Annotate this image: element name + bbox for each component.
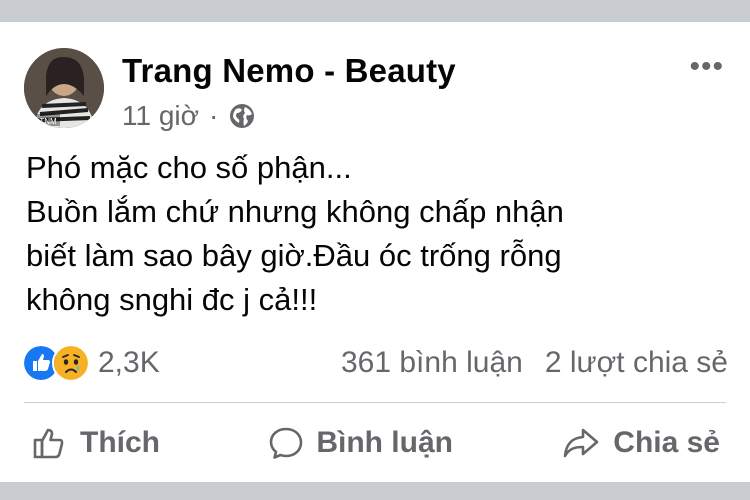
post-text: Phó mặc cho số phận... Buồn lắm chứ nhưn…: [26, 146, 726, 322]
stats-right: 361 bình luận 2 lượt chia sẻ: [341, 346, 728, 380]
post-text-line: Phó mặc cho số phận...: [26, 150, 352, 185]
meta-separator: ·: [209, 100, 219, 131]
reactions-summary[interactable]: 2,3K: [22, 344, 160, 382]
like-label: Thích: [80, 426, 160, 459]
comment-label: Bình luận: [316, 426, 453, 459]
reactions-count: 2,3K: [98, 346, 160, 379]
like-button[interactable]: Thích: [24, 424, 166, 462]
post-text-line: Buồn lắm chứ nhưng không chấp nhận: [26, 194, 564, 229]
avatar-image: TNM: [24, 48, 104, 128]
post-text-line: biết làm sao bây giờ.Đầu óc trống rỗng: [26, 238, 562, 273]
share-label: Chia sẻ: [613, 426, 720, 459]
globe-icon[interactable]: [228, 102, 256, 130]
thumbs-up-icon: [33, 428, 64, 459]
comment-bubble-icon: [270, 427, 303, 459]
post-time[interactable]: 11 giờ: [122, 100, 199, 132]
comments-count[interactable]: 361 bình luận: [341, 346, 523, 380]
post-meta: 11 giờ ·: [122, 98, 256, 134]
author-avatar[interactable]: TNM: [24, 48, 104, 128]
sad-reaction-icon: [52, 344, 90, 382]
post-stats: 2,3K 361 bình luận 2 lượt chia sẻ: [22, 342, 728, 384]
share-arrow-icon: [563, 428, 599, 458]
shares-count[interactable]: 2 lượt chia sẻ: [545, 346, 728, 380]
share-button[interactable]: Chia sẻ: [555, 425, 726, 461]
post-actions-bar: Thích Bình luận Chia sẻ: [24, 420, 726, 466]
avatar-logo-text: TNM: [39, 117, 57, 126]
actions-divider: [24, 402, 726, 403]
author-name[interactable]: Trang Nemo - Beauty: [122, 52, 456, 90]
post-text-line: không snghi đc j cả!!!: [26, 282, 318, 317]
more-options-button[interactable]: •••: [689, 52, 724, 82]
comment-button[interactable]: Bình luận: [262, 425, 459, 461]
post-card: TNM Trang Nemo - Beauty 11 giờ · ••• Phó…: [0, 22, 750, 482]
